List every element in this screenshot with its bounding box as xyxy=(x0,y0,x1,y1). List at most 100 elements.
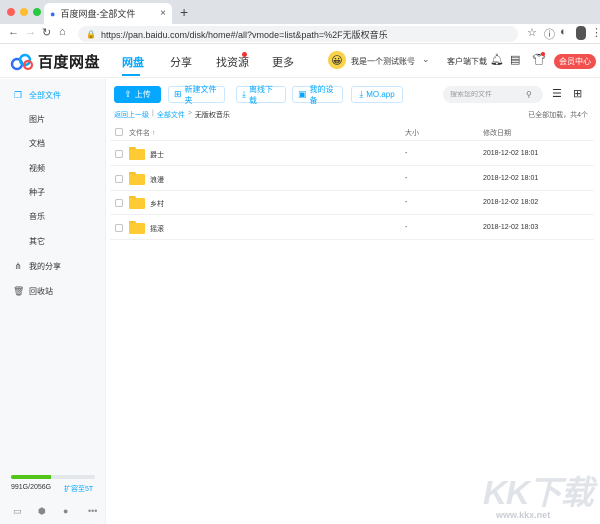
sidebar-item-music[interactable]: 音乐 xyxy=(0,205,106,227)
sort-list-icon[interactable]: ☰ xyxy=(552,87,562,100)
sort-arrow-icon[interactable]: ↑ xyxy=(152,130,156,137)
grid-view-icon[interactable]: ⊞ xyxy=(573,87,582,100)
sidebar-item-label: 种子 xyxy=(29,187,45,197)
baidu-netdisk-logo[interactable]: 百度网盘 xyxy=(10,51,100,72)
sidebar-item-images[interactable]: 图片 xyxy=(0,108,106,130)
table-header: 文件名 ↑ 大小 修改日期 xyxy=(110,124,594,141)
file-size: - xyxy=(405,224,408,231)
nav-more[interactable]: 更多 xyxy=(272,54,294,70)
modified-date: 2018-12-02 18:03 xyxy=(483,224,539,231)
desktop-icon[interactable]: ▭ xyxy=(13,506,22,517)
sidebar-item-my-share[interactable]: ⋔ 我的分享 xyxy=(0,255,106,277)
column-header-size[interactable]: 大小 xyxy=(405,128,419,138)
breadcrumb-current: 无版权音乐 xyxy=(194,112,230,119)
search-input[interactable] xyxy=(450,91,526,98)
device-icon: ▣ xyxy=(298,89,307,99)
new-folder-icon: ⊞ xyxy=(174,89,182,99)
client-download-link[interactable]: 客户端下载 xyxy=(447,56,487,67)
column-header-name[interactable]: 文件名 ↑ xyxy=(129,128,156,138)
row-checkbox[interactable] xyxy=(115,199,123,207)
forward-icon[interactable]: → xyxy=(25,26,36,38)
expand-storage-link[interactable]: 扩容至5T xyxy=(64,484,93,494)
vip-center-button[interactable]: 会员中心 xyxy=(554,54,596,69)
sidebar-item-label: 全部文件 xyxy=(29,90,61,100)
folder-icon xyxy=(129,221,145,234)
nav-share[interactable]: 分享 xyxy=(170,54,192,70)
sidebar-item-label: 图片 xyxy=(29,114,45,124)
modified-date: 2018-12-02 18:02 xyxy=(483,199,539,206)
bell-icon[interactable]: 🔔︎ xyxy=(490,53,504,66)
file-name[interactable]: 摇滚 xyxy=(150,224,164,234)
minimize-window-button[interactable] xyxy=(20,8,28,16)
address-bar: ← → ↻ ⌂ 🔒 https://pan.baidu.com/disk/hom… xyxy=(0,24,600,44)
tab-title: 百度网盘-全部文件 xyxy=(60,9,136,19)
file-name[interactable]: 浪漫 xyxy=(150,175,164,185)
mo-app-label: MO.app xyxy=(366,90,395,99)
clipboard-icon[interactable]: ▤ xyxy=(510,53,520,66)
my-devices-button[interactable]: ▣ 我的设备 xyxy=(292,85,343,105)
bookmark-star-icon[interactable]: ☆ xyxy=(527,26,537,39)
file-size: - xyxy=(405,150,408,157)
more-icon[interactable]: ••• xyxy=(88,506,97,516)
brand-watermark: KK下载 xyxy=(483,474,594,511)
file-name[interactable]: 乡村 xyxy=(150,199,164,209)
url-text: https://pan.baidu.com/disk/home#/all?vmo… xyxy=(100,29,388,40)
row-checkbox[interactable] xyxy=(115,175,123,183)
username[interactable]: 我是一个测试账号 xyxy=(351,56,415,67)
column-header-label: 文件名 xyxy=(129,130,150,137)
search-icon[interactable]: ⚲ xyxy=(526,90,532,99)
table-row[interactable]: 爵士 - 2018-12-02 18:01 xyxy=(110,142,594,166)
sidebar-item-label: 音乐 xyxy=(29,211,45,221)
row-checkbox[interactable] xyxy=(115,224,123,232)
back-icon[interactable]: ← xyxy=(8,26,19,38)
select-all-checkbox[interactable] xyxy=(115,128,123,136)
table-row[interactable]: 乡村 - 2018-12-02 18:02 xyxy=(110,191,594,215)
offline-download-button[interactable]: ⤓ 离线下载 xyxy=(236,85,286,105)
upload-button[interactable]: ⇪ 上传 xyxy=(114,86,161,103)
new-folder-button[interactable]: ⊞ 新建文件夹 xyxy=(168,85,225,105)
browser-tab[interactable]: ● 百度网盘-全部文件 × xyxy=(44,3,172,24)
breadcrumb-back[interactable]: 返回上一级 xyxy=(114,110,149,120)
profile-icon[interactable] xyxy=(576,26,586,40)
row-checkbox[interactable] xyxy=(115,150,123,158)
sidebar-item-torrents[interactable]: 种子 xyxy=(0,181,106,203)
cloud-logo-icon xyxy=(10,53,34,70)
new-badge-dot xyxy=(242,52,247,57)
new-tab-icon[interactable]: + xyxy=(180,4,188,20)
sidebar-item-label: 我的分享 xyxy=(29,261,61,271)
loaded-count-text: 已全部加载，共4个 xyxy=(528,112,588,119)
mo-app-button[interactable]: ⤓ MO.app xyxy=(351,86,403,103)
sidebar-item-documents[interactable]: 文档 xyxy=(0,132,106,154)
upload-icon: ⇪ xyxy=(124,89,132,99)
sidebar-item-all-files[interactable]: ❐ 全部文件 xyxy=(0,84,106,106)
sidebar: ❐ 全部文件 图片 文档 视频 种子 音乐 其它 ⋔ 我的分享 🗑︎ 回收站 xyxy=(0,79,106,524)
sidebar-item-other[interactable]: 其它 xyxy=(0,230,106,252)
apple-icon[interactable]: ● xyxy=(63,506,68,516)
modified-date: 2018-12-02 18:01 xyxy=(483,150,539,157)
info-icon[interactable]: ⓘ xyxy=(544,26,555,42)
extension-icon[interactable]: ◐ xyxy=(560,26,567,38)
reload-icon[interactable]: ↻ xyxy=(42,26,51,39)
table-row[interactable]: 摇滚 - 2018-12-02 18:03 xyxy=(110,216,594,240)
files-icon: ❐ xyxy=(13,89,23,100)
chevron-down-icon[interactable]: ⌄ xyxy=(422,54,430,65)
breadcrumb-all-files[interactable]: 全部文件 xyxy=(157,110,185,120)
menu-icon[interactable]: ⋮ xyxy=(591,26,600,39)
browser-tab-bar: ● 百度网盘-全部文件 × + xyxy=(0,0,600,24)
breadcrumb-arrow: > xyxy=(187,110,192,117)
file-name[interactable]: 爵士 xyxy=(150,150,164,160)
close-window-button[interactable] xyxy=(7,8,15,16)
sidebar-item-videos[interactable]: 视频 xyxy=(0,157,106,179)
close-tab-icon[interactable]: × xyxy=(160,8,166,19)
nav-netdisk[interactable]: 网盘 xyxy=(122,54,144,70)
table-row[interactable]: 浪漫 - 2018-12-02 18:01 xyxy=(110,167,594,191)
column-header-date[interactable]: 修改日期 xyxy=(483,128,511,138)
maximize-window-button[interactable] xyxy=(33,8,41,16)
android-icon[interactable]: ⬢ xyxy=(38,506,46,517)
sidebar-item-recycle-bin[interactable]: 🗑︎ 回收站 xyxy=(0,280,106,302)
home-icon[interactable]: ⌂ xyxy=(59,26,66,38)
window-controls xyxy=(7,8,41,16)
url-field[interactable]: 🔒 https://pan.baidu.com/disk/home#/all?v… xyxy=(78,26,518,42)
sidebar-item-label: 其它 xyxy=(29,236,45,246)
avatar[interactable]: 😀 xyxy=(328,51,346,69)
